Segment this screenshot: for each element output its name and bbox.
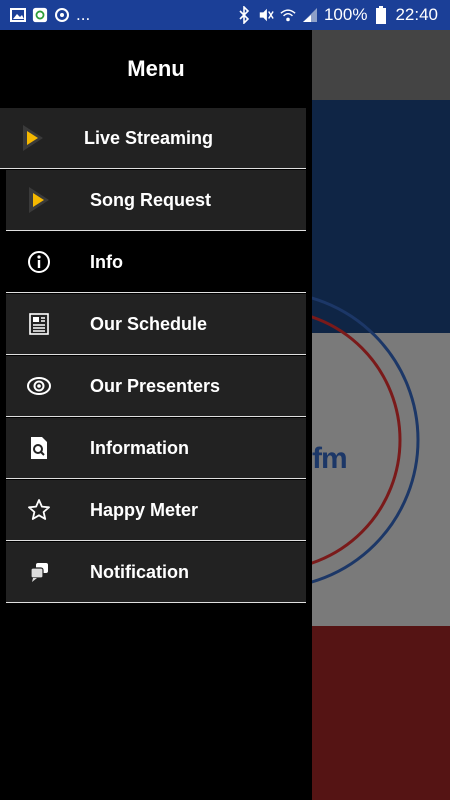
notification-icons: ... [0,5,90,25]
menu-item-our-presenters[interactable]: Our Presenters [6,356,306,417]
menu-item-song-request[interactable]: Song Request [6,170,306,231]
document-search-icon [23,432,55,464]
menu-item-info[interactable]: Info [6,232,306,293]
menu-item-live-streaming[interactable]: Live Streaming [0,108,306,169]
battery-icon [373,6,389,24]
more-notifications: ... [76,5,91,24]
eye-icon [23,370,55,402]
play-arrow-icon [17,122,49,154]
image-icon [10,7,26,23]
menu-item-label: Info [90,251,123,272]
system-icons: 100% 22:40 [236,0,438,30]
menu-item-label: Our Presenters [90,375,221,396]
menu-item-notification[interactable]: Notification [6,542,306,603]
sync-icon [54,7,70,23]
battery-percent: 100% [323,5,368,24]
status-bar: ... 100% 22:40 [0,0,450,30]
bluetooth-icon [236,6,252,24]
menu-item-label: Happy Meter [90,499,199,520]
menu-item-happy-meter[interactable]: Happy Meter [6,480,306,541]
menu-item-label: Song Request [90,189,212,210]
play-arrow-icon [23,184,55,216]
menu-item-information[interactable]: Information [6,418,306,479]
newspaper-icon [23,308,55,340]
mute-icon [258,7,274,23]
signal-icon [302,7,318,23]
menu-item-label: Our Schedule [90,313,208,334]
app-icon [32,7,48,23]
star-icon [23,494,55,526]
chat-bubbles-icon [23,556,55,588]
navigation-drawer: Menu Live Streaming Song Request Info Ou… [0,30,312,800]
wifi-icon [280,7,296,23]
station-logo-text: fm [312,442,348,475]
clock: 22:40 [395,5,438,24]
menu-item-our-schedule[interactable]: Our Schedule [6,294,306,355]
menu-item-label: Information [90,437,189,458]
info-icon [23,246,55,278]
drawer-menu: Live Streaming Song Request Info Our Sch… [0,108,312,603]
menu-item-label: Notification [90,561,189,582]
drawer-title: Menu [127,56,185,81]
menu-item-label: Live Streaming [84,127,214,148]
